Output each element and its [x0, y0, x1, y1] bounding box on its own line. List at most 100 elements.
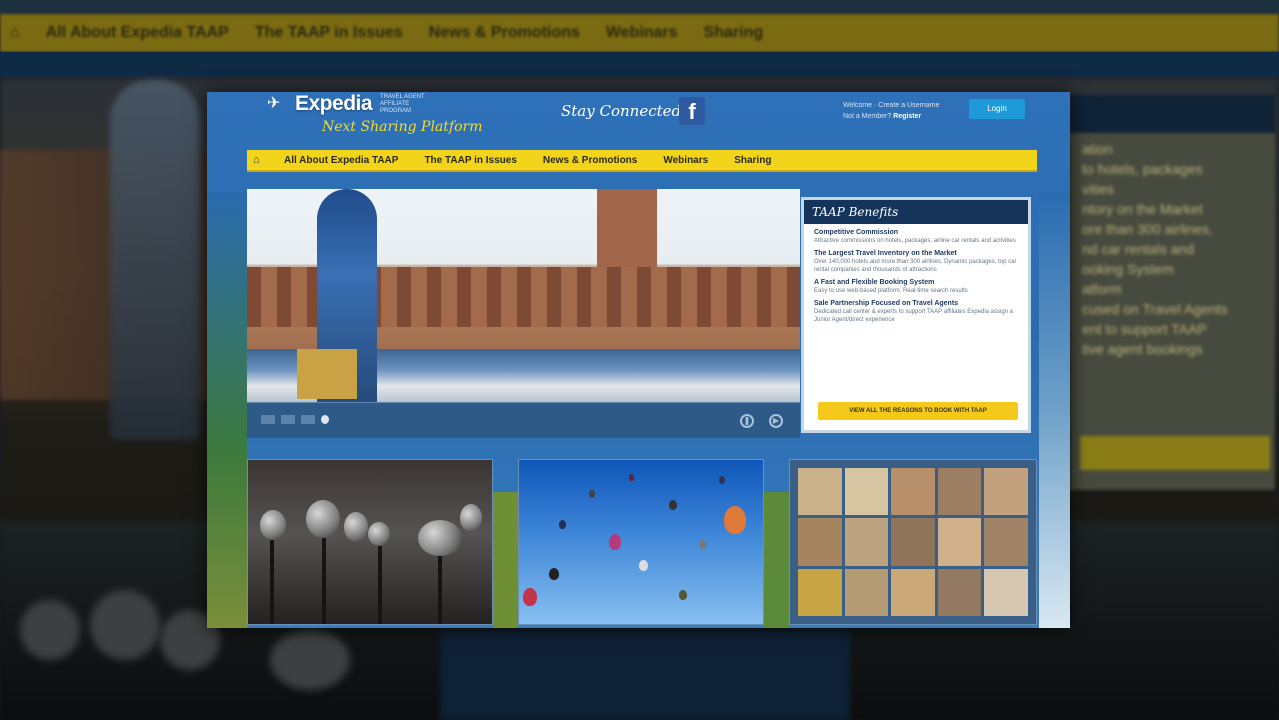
background-home-icon: ⌂: [10, 24, 20, 41]
mic-stand: [378, 546, 382, 624]
slider-dot[interactable]: [301, 415, 315, 424]
background-top-strip: [0, 0, 1279, 14]
microphone: [260, 510, 286, 540]
balloon: [629, 474, 634, 481]
balloon: [549, 568, 559, 580]
main-nav: ⌂ All About Expedia TAAP The TAAP in Iss…: [247, 150, 1037, 172]
microphone: [368, 522, 390, 546]
background-nav-item: Sharing: [703, 24, 764, 41]
benefits-title: TAAP Benefits: [804, 200, 1028, 224]
logo-name: Expedia: [295, 92, 373, 115]
logo-subtitle: Travel Agent Affiliate Program: [380, 93, 425, 114]
taap-benefits-panel: TAAP Benefits Competitive Commission Att…: [801, 197, 1031, 433]
tree-strip: [493, 492, 518, 628]
photo: [984, 468, 1028, 516]
photo: [891, 518, 935, 566]
balloon: [719, 476, 725, 484]
background-band: [0, 52, 1279, 78]
nav-item-about[interactable]: All About Expedia TAAP: [271, 155, 411, 166]
balloon: [679, 590, 687, 600]
background-microphone: [270, 630, 350, 690]
account-links: Welcome · Create a Username Not a Member…: [843, 100, 963, 122]
benefit-heading: Competitive Commission: [814, 229, 899, 236]
mic-stand: [438, 556, 442, 624]
background-nav-item: The TAAP in Issues: [254, 24, 403, 41]
tile-hot-air-balloons[interactable]: [518, 459, 764, 625]
photo: [937, 518, 982, 566]
balloon: [589, 490, 595, 498]
slider-pause-icon[interactable]: ❚: [740, 414, 754, 428]
left-edge-scenery: [207, 192, 247, 628]
background-nav-item: News & Promotions: [428, 24, 580, 41]
background-nav: ⌂ All About Expedia TAAP The TAAP in Iss…: [0, 14, 1279, 52]
home-icon[interactable]: ⌂: [253, 154, 271, 166]
stay-connected-label: Stay Connected: [561, 102, 682, 120]
benefit-block: Sale Partnership Focused on Travel Agent…: [804, 295, 1028, 324]
background-microphone: [20, 600, 80, 660]
photo: [937, 468, 982, 516]
microphone: [306, 500, 340, 538]
slider-dot[interactable]: [261, 415, 275, 424]
photo: [798, 518, 842, 566]
benefit-heading: A Fast and Flexible Booking System: [814, 279, 935, 286]
right-edge-scenery: [1039, 192, 1070, 628]
facebook-icon[interactable]: f: [679, 97, 705, 125]
benefit-block: A Fast and Flexible Booking System Easy …: [804, 274, 1028, 295]
benefit-block: The Largest Travel Inventory on the Mark…: [804, 245, 1028, 274]
background-pillar: [110, 80, 200, 440]
benefit-text: Dedicated call center & experts to suppo…: [814, 309, 1014, 323]
background-nav-item: Webinars: [605, 24, 678, 41]
website-screenshot-modal[interactable]: ✈ Expedia Travel Agent Affiliate Program…: [207, 92, 1070, 628]
nav-item-webinars[interactable]: Webinars: [650, 155, 721, 166]
hero-image-plaza-de-espana[interactable]: [247, 189, 800, 402]
slider-dot-active[interactable]: [321, 415, 329, 424]
microphone: [460, 504, 482, 532]
photo: [844, 568, 889, 616]
benefit-text: Attractive commissions on hotels, packag…: [814, 238, 1016, 244]
nav-item-issues[interactable]: The TAAP in Issues: [411, 155, 529, 166]
nav-item-sharing[interactable]: Sharing: [721, 155, 784, 166]
tree-strip: [764, 492, 789, 628]
benefit-block: Competitive Commission Attractive commis…: [804, 224, 1028, 245]
slider-dot[interactable]: [281, 415, 295, 424]
photo: [844, 468, 889, 516]
benefit-text: Easy to use web-based platform. Real-tim…: [814, 288, 968, 294]
microphone: [418, 520, 462, 556]
benefit-heading: Sale Partnership Focused on Travel Agent…: [814, 300, 959, 307]
background-benefits-panel: ation to hotels, packages vities ntory o…: [1070, 95, 1275, 490]
background-panel-text: ation to hotels, packages vities ntory o…: [1082, 141, 1228, 357]
tile-press-microphones[interactable]: [247, 459, 493, 625]
hero-tiles: [297, 349, 357, 399]
mic-stand: [322, 538, 326, 624]
photo: [984, 518, 1028, 566]
register-link[interactable]: Register: [893, 113, 921, 120]
balloon: [609, 534, 621, 550]
benefit-heading: The Largest Travel Inventory on the Mark…: [814, 250, 957, 257]
balloon: [559, 520, 566, 529]
balloon: [523, 588, 537, 606]
background-panel-header: [1070, 95, 1275, 133]
slider-controls: ❚ ▶: [247, 402, 800, 438]
tile-photo-collage[interactable]: [789, 459, 1037, 625]
photo: [937, 568, 982, 616]
background-microphone: [90, 590, 160, 660]
account-line-1[interactable]: Welcome · Create a Username: [843, 100, 963, 111]
view-all-reasons-button[interactable]: VIEW ALL THE REASONS TO BOOK WITH TAAP: [818, 402, 1018, 420]
photo: [844, 518, 889, 566]
photo: [798, 568, 842, 616]
expedia-logo[interactable]: ✈ Expedia Travel Agent Affiliate Program: [267, 92, 440, 116]
benefit-text: Over 140,000 hotels and more than 300 ai…: [814, 259, 1017, 273]
balloon: [699, 540, 706, 549]
nav-item-news[interactable]: News & Promotions: [530, 155, 650, 166]
background-nav-item: All About Expedia TAAP: [45, 24, 229, 41]
mic-stand: [270, 540, 274, 624]
microphone: [344, 512, 368, 542]
account-line-2: Not a Member? Register: [843, 113, 922, 120]
tagline: Next Sharing Platform: [322, 119, 483, 135]
background-balloon-area: [440, 630, 850, 720]
login-button[interactable]: Login: [969, 99, 1025, 119]
photo: [984, 568, 1028, 616]
slider-next-icon[interactable]: ▶: [769, 414, 783, 428]
photo: [891, 568, 935, 616]
balloon: [669, 500, 677, 510]
